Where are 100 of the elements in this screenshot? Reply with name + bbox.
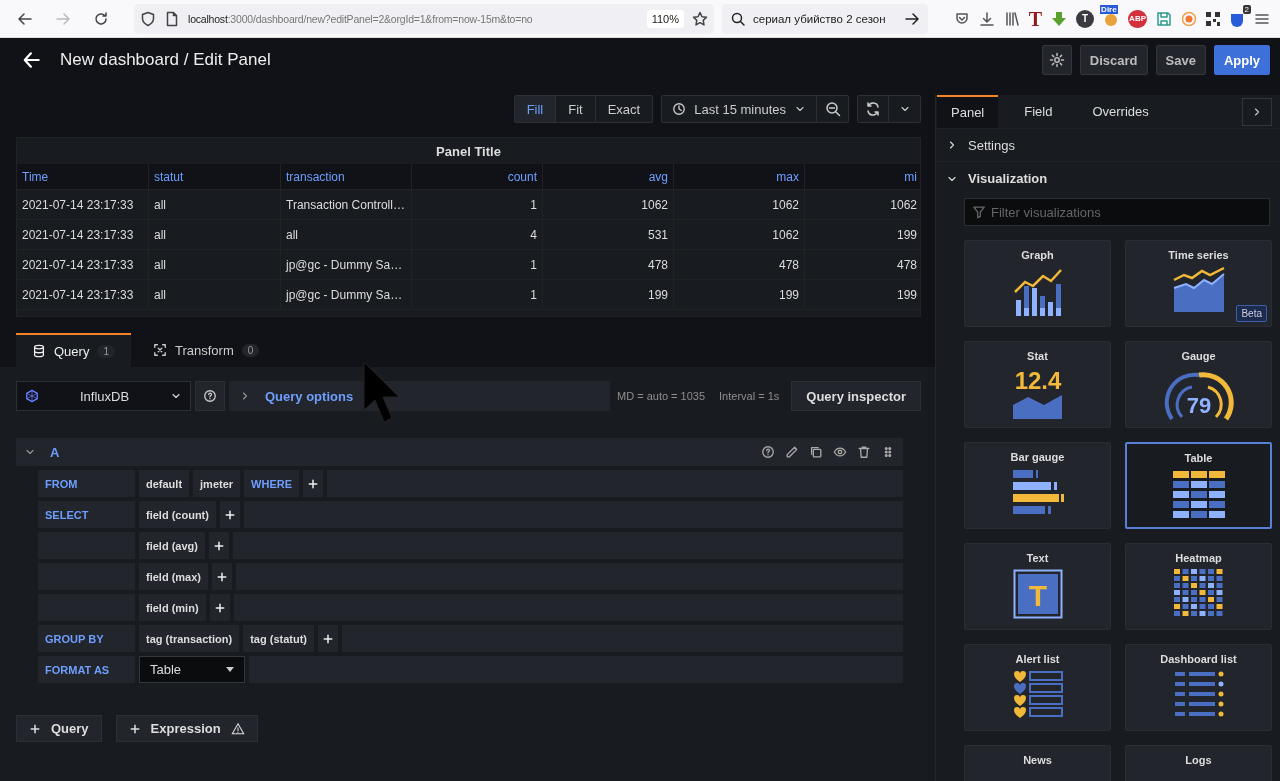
interval-text: Interval = 1s	[719, 390, 780, 402]
table-cell: 2021-07-14 23:17:33	[17, 220, 149, 249]
header-button[interactable]: Save	[1155, 45, 1206, 75]
header-button[interactable]: Discard	[1079, 45, 1148, 75]
query-segment[interactable]: default	[139, 470, 190, 497]
back-button[interactable]	[22, 50, 42, 70]
visualization-card[interactable]: Logs	[1125, 745, 1272, 781]
add-button[interactable]: Expression	[115, 715, 258, 742]
table-cell-text: 478	[895, 256, 917, 274]
visualization-card[interactable]: Dashboard list	[1125, 644, 1272, 731]
url-text: localhost:3000/dashboard/new?editPanel=2&orgId=1&from=now-15m&to=no	[188, 12, 534, 25]
options-tab[interactable]: Overrides	[1078, 95, 1163, 128]
visualization-card[interactable]: Table	[1125, 442, 1272, 529]
extension-badge: Dire	[1100, 4, 1118, 14]
add-segment-button[interactable]	[209, 594, 230, 621]
table-cell: 478	[543, 250, 674, 279]
view-mode-button[interactable]: Fill	[514, 96, 557, 122]
apply-button[interactable]: Apply	[1213, 45, 1270, 75]
back-arrow-icon	[17, 10, 33, 27]
address-bar[interactable]: localhost:3000/dashboard/new?editPanel=2&orgId=1&from=now-15m&to=no 110%	[134, 3, 714, 34]
extension-icon[interactable]: T	[1076, 9, 1095, 28]
query-segment[interactable]: field (max)	[139, 563, 208, 590]
column-header[interactable]: count	[412, 164, 543, 189]
visualization-card[interactable]: Graph	[964, 240, 1111, 327]
visualization-card[interactable]: Stat 12.4	[964, 341, 1111, 428]
qr-code-icon[interactable]	[1206, 11, 1220, 26]
trash-icon[interactable]	[857, 445, 871, 459]
table-cell: 478	[674, 250, 805, 279]
help-button[interactable]	[195, 381, 225, 411]
visualization-card[interactable]: Time series Beta	[1125, 240, 1272, 327]
query-inspector-button[interactable]: Query inspector	[791, 381, 921, 411]
section-header[interactable]: Settings	[936, 129, 1280, 162]
column-header[interactable]: transaction	[281, 164, 412, 189]
keyword-cell: SELECT	[38, 501, 135, 528]
format-select[interactable]: Table	[139, 656, 245, 683]
query-segment[interactable]: tag (transaction)	[139, 625, 240, 652]
add-segment-button[interactable]	[212, 563, 232, 590]
extension-icon[interactable]: ABP	[1128, 9, 1147, 28]
count-badge: 1	[97, 344, 115, 358]
record-icon[interactable]	[1181, 10, 1197, 27]
refresh-icon	[865, 101, 881, 117]
refid-label[interactable]: A	[50, 444, 60, 460]
column-header[interactable]: mi	[805, 164, 917, 189]
options-tab[interactable]: Panel	[937, 95, 999, 128]
page-icon	[164, 10, 180, 27]
add-segment-button[interactable]	[208, 532, 229, 559]
table-cell: all	[149, 280, 281, 309]
settings-button[interactable]	[1041, 45, 1072, 75]
column-header[interactable]: Time	[17, 164, 149, 189]
max-data-points-text: MD = auto = 1035	[617, 390, 706, 402]
plus-icon	[223, 508, 236, 521]
filter-field[interactable]: Filter visualizations	[964, 198, 1270, 226]
view-mode-button[interactable]: Fit	[556, 96, 596, 122]
query-segment[interactable]: field (count)	[139, 501, 216, 528]
table-cell: all	[149, 220, 281, 249]
table-cell: 1062	[674, 190, 805, 219]
column-header[interactable]: max	[674, 164, 805, 189]
visualization-card[interactable]: Gauge 79	[1125, 341, 1272, 428]
star-icon[interactable]	[692, 10, 708, 27]
visualization-card[interactable]: News	[964, 745, 1111, 781]
add-segment-button[interactable]	[219, 501, 240, 528]
options-tab[interactable]: Field	[1010, 95, 1067, 128]
query-segment[interactable]: jmeter	[193, 470, 241, 497]
add-segment-button[interactable]	[318, 625, 338, 652]
visualization-card[interactable]: Bar gauge	[964, 442, 1111, 529]
table-cell-text: 199	[895, 226, 917, 244]
view-mode-button[interactable]: Exact	[595, 96, 653, 122]
table-cell: Transaction Controll…	[281, 190, 412, 219]
influxdb-icon	[25, 389, 39, 403]
add-button[interactable]: Query	[16, 715, 102, 742]
library-icon	[1003, 10, 1020, 27]
datasource-select[interactable]: InfluxDB	[16, 381, 191, 411]
visualization-card[interactable]: Text T	[964, 543, 1111, 630]
section-header[interactable]: Visualization	[936, 162, 1280, 195]
visualization-card[interactable]: Alert list	[964, 644, 1111, 731]
query-tab[interactable]: Transform 0	[136, 333, 276, 367]
search-field[interactable]: сериал убийство 2 сезон	[722, 3, 928, 34]
table-cell: all	[149, 250, 281, 279]
add-segment-button[interactable]	[303, 470, 324, 497]
zoom-level[interactable]: 110%	[646, 9, 684, 28]
column-header[interactable]: avg	[543, 164, 674, 189]
down-arrow-icon[interactable]	[1051, 10, 1068, 27]
query-segment[interactable]: field (min)	[139, 594, 206, 621]
copy-icon[interactable]	[809, 445, 823, 459]
column-header[interactable]: statut	[149, 164, 281, 189]
eye-icon[interactable]	[833, 445, 847, 459]
query-segment[interactable]: tag (statut)	[243, 625, 314, 652]
area-chart-icon	[1171, 266, 1226, 312]
query-segment[interactable]: field (avg)	[139, 532, 205, 559]
query-keyword-segment[interactable]: WHERE	[244, 470, 300, 497]
visualization-card[interactable]: Heatmap	[1125, 543, 1272, 630]
extension-icon[interactable]: T	[1028, 10, 1043, 27]
table-cell-text: 1062	[889, 196, 917, 214]
help-icon[interactable]	[761, 445, 775, 459]
query-options-toggle[interactable]: Query options	[229, 381, 610, 411]
query-tab[interactable]: Query 1	[16, 333, 131, 367]
pencil-icon[interactable]	[785, 445, 799, 459]
pocket-icon	[953, 10, 970, 27]
search-icon	[730, 10, 746, 27]
alert-list-icon	[1011, 670, 1064, 720]
